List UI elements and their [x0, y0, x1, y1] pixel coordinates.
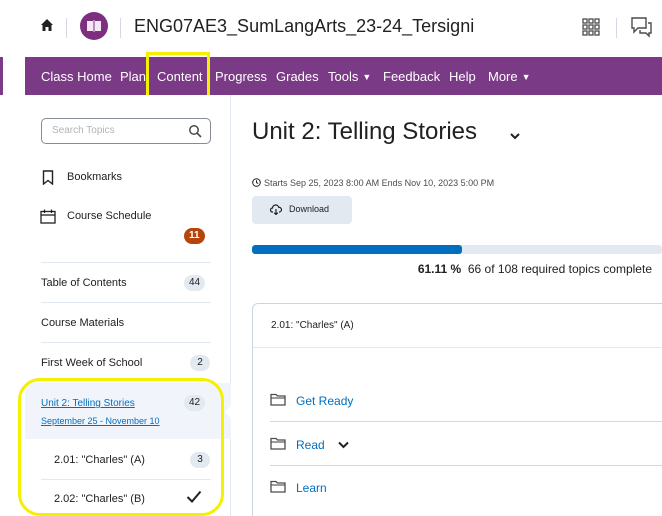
search-placeholder: Search Topics: [52, 125, 115, 136]
search-icon[interactable]: [188, 124, 202, 138]
chat-bubble-icon[interactable]: [630, 16, 652, 38]
nav-plan[interactable]: Plan: [120, 69, 146, 84]
nav-feedback[interactable]: Feedback: [383, 69, 440, 84]
sidebar-item-course-materials[interactable]: Course Materials: [41, 317, 124, 329]
highlight-box: [146, 52, 210, 100]
clock-icon: [252, 178, 261, 187]
nav-tools[interactable]: Tools ▼: [328, 69, 371, 84]
progress-summary: 61.11 % 66 of 108 required topics comple…: [418, 262, 652, 276]
download-button[interactable]: Download: [252, 196, 352, 224]
topic-card-header[interactable]: 2.01: "Charles" (A): [253, 304, 662, 348]
sidebar-item-first-week[interactable]: First Week of School: [41, 357, 142, 369]
module-learn[interactable]: Learn: [270, 469, 662, 509]
top-header: ENG07AE3_SumLangArts_23-24_Tersigni: [0, 0, 662, 56]
course-title[interactable]: ENG07AE3_SumLangArts_23-24_Tersigni: [134, 16, 474, 37]
sidebar-divider: [41, 262, 211, 263]
progress-bar: [252, 245, 662, 254]
course-navbar: Class Home Plan Content Progress Grades …: [25, 57, 662, 95]
topic-card-title: 2.01: "Charles" (A): [271, 320, 354, 331]
nav-more[interactable]: More ▼: [488, 69, 531, 84]
first-week-count-badge: 2: [190, 355, 210, 371]
dates-text: Starts Sep 25, 2023 8:00 AM Ends Nov 10,…: [264, 178, 495, 188]
header-divider: [120, 18, 121, 38]
calendar-icon: [40, 209, 56, 224]
progress-percent: 61.11 %: [417, 262, 462, 276]
module-read-label[interactable]: Read: [296, 438, 325, 452]
course-logo-icon[interactable]: [80, 12, 108, 40]
module-learn-label[interactable]: Learn: [296, 481, 327, 495]
nav-class-home[interactable]: Class Home: [41, 69, 112, 84]
module-read[interactable]: Read: [270, 426, 662, 466]
cloud-download-icon: [270, 204, 282, 215]
header-divider: [66, 18, 67, 38]
progress-count: 66 of 108 required topics complete: [467, 262, 652, 276]
waffle-grid-icon[interactable]: [582, 18, 600, 36]
module-get-ready[interactable]: Get Ready: [270, 382, 662, 422]
module-get-ready-label[interactable]: Get Ready: [296, 394, 353, 408]
nav-help[interactable]: Help: [449, 69, 476, 84]
bookmarks-link[interactable]: Bookmarks: [67, 171, 122, 183]
bookmark-icon: [42, 170, 54, 185]
home-icon[interactable]: [40, 18, 54, 32]
chevron-down-icon: ▼: [362, 72, 372, 82]
nav-grades[interactable]: Grades: [276, 69, 319, 84]
nav-edge: [0, 57, 3, 95]
folder-icon: [270, 480, 286, 493]
header-divider: [616, 18, 617, 38]
unit-dates: Starts Sep 25, 2023 8:00 AM Ends Nov 10,…: [252, 178, 494, 188]
download-label: Download: [289, 204, 330, 214]
folder-icon: [270, 437, 286, 450]
folder-icon: [270, 393, 286, 406]
chevron-down-icon: ▼: [521, 72, 531, 82]
sidebar-divider: [41, 302, 211, 303]
sidebar-divider: [41, 342, 211, 343]
nav-tools-label: Tools: [328, 69, 359, 84]
chevron-down-icon[interactable]: [338, 441, 349, 449]
page-title: Unit 2: Telling Stories: [252, 118, 477, 145]
sidebar-item-table-of-contents[interactable]: Table of Contents: [41, 277, 127, 289]
toc-count-badge: 44: [184, 275, 206, 291]
highlight-oval: [18, 378, 224, 516]
progress-bar-fill: [252, 245, 462, 254]
schedule-count-badge: 11: [184, 228, 205, 244]
course-schedule-link[interactable]: Course Schedule: [67, 210, 151, 222]
nav-more-label: More: [488, 69, 518, 84]
selection-pointer: [225, 404, 233, 420]
chevron-down-icon[interactable]: [509, 130, 521, 142]
search-input[interactable]: Search Topics: [41, 118, 211, 144]
nav-progress[interactable]: Progress: [215, 69, 267, 84]
